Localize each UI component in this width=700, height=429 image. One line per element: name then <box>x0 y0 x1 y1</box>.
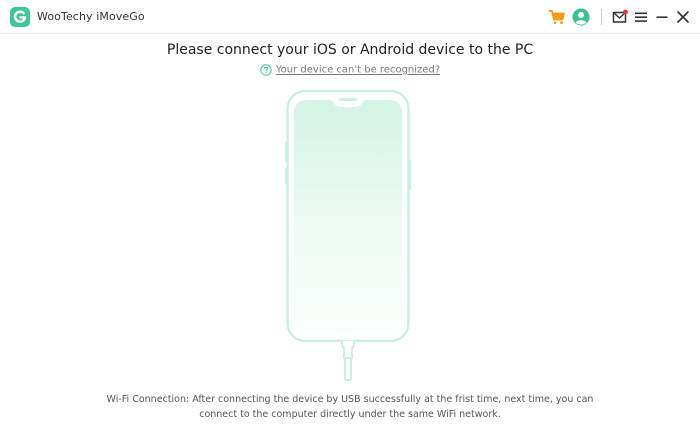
wifi-note-line-1: Wi-Fi Connection: After connecting the d… <box>106 394 594 405</box>
wifi-connection-note: Wi-Fi Connection: After connecting the d… <box>100 392 600 422</box>
wifi-note-line-2: connect to the computer directly under t… <box>199 409 501 420</box>
user-icon[interactable] <box>572 8 590 26</box>
question-icon <box>260 64 272 76</box>
page-title: Please connect your iOS or Android devic… <box>166 42 534 58</box>
title-bar-divider <box>601 9 602 25</box>
app-title: WooTechy iMoveGo <box>37 10 145 23</box>
minimize-icon[interactable] <box>653 8 671 26</box>
cart-icon[interactable] <box>548 8 566 26</box>
usb-cable-illustration <box>341 340 355 381</box>
title-bar: WooTechy iMoveGo <box>0 0 700 34</box>
app-logo-icon <box>10 7 30 27</box>
close-icon[interactable] <box>674 8 692 26</box>
device-not-recognized-link[interactable]: Your device can't be recognized? <box>276 65 440 76</box>
help-row: Your device can't be recognized? <box>0 64 700 76</box>
phone-illustration <box>285 90 411 342</box>
mail-icon[interactable] <box>611 8 629 26</box>
menu-icon[interactable] <box>632 8 650 26</box>
